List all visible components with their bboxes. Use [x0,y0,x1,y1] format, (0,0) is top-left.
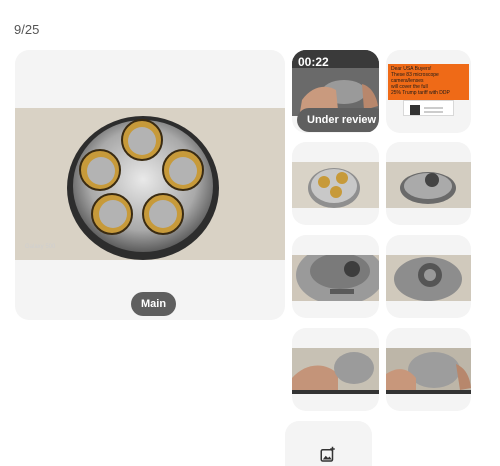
watermark: Galaxy 500 [25,244,56,250]
qr-code-icon [410,105,420,115]
thumbnail-image[interactable] [386,142,471,225]
main-photo: Galaxy 500 [15,108,285,260]
main-badge: Main [131,292,177,316]
hand-thumb [292,348,379,394]
thumbnail-video-frame[interactable] [386,328,471,411]
banner-text: Dear USA Buyers! These 83 microscope cam… [388,64,469,100]
add-photo-icon[interactable] [319,446,337,464]
thumbnail-video[interactable]: 00:22 Under review [292,50,379,133]
thumbnail-video-frame[interactable] [292,328,379,411]
turret-thumb [386,162,471,208]
video-duration: 00:22 [298,55,329,69]
thumbnail-image[interactable] [292,142,379,225]
thumbnail-banner[interactable]: Dear USA Buyers! These 83 microscope cam… [386,50,471,133]
hand-thumb [386,348,471,394]
add-image-card[interactable] [285,421,372,466]
document-preview [403,100,454,116]
main-image-card[interactable]: Galaxy 500 Main [15,50,285,320]
image-counter: 9/25 [14,22,40,37]
thumbnail-image[interactable] [292,235,379,318]
turret-thumb [292,255,379,301]
thumbnail-image[interactable] [386,235,471,318]
under-review-badge: Under review [297,108,379,132]
turret-image [15,108,285,260]
turret-thumb [292,162,379,208]
turret-thumb [386,255,471,301]
